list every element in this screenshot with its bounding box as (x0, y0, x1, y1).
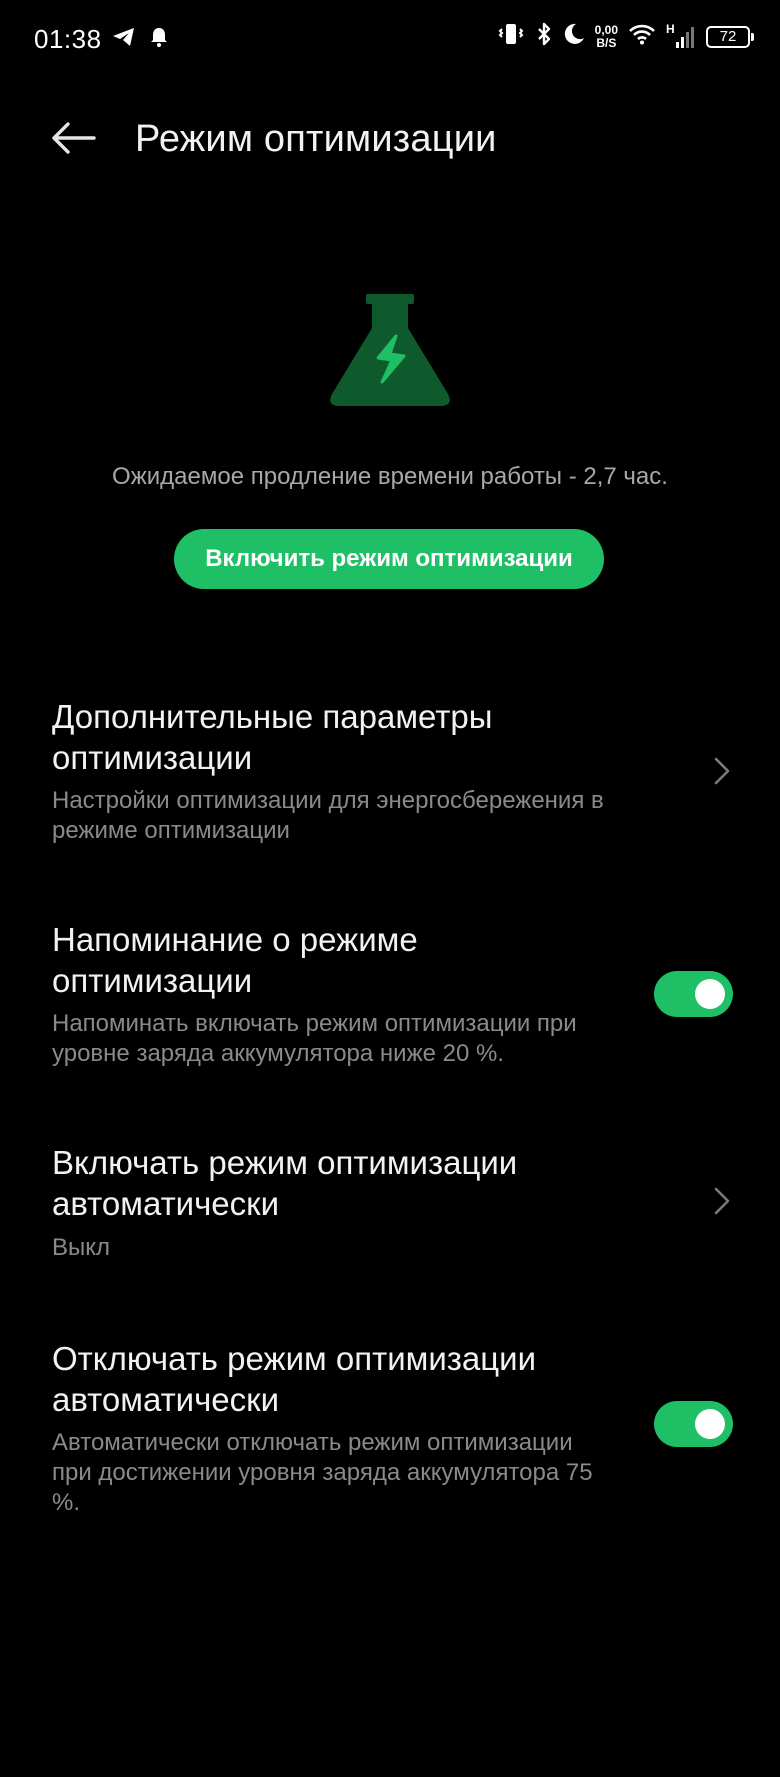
network-speed: 0,00 B/S (594, 22, 618, 50)
setting-subtitle: Выкл (52, 1234, 111, 1261)
setting-auto-disable[interactable]: Отключать режим оптимизации автоматическ… (0, 1334, 780, 1524)
status-right-icons: 0,00 B/S H 72 (497, 22, 754, 51)
moon-icon (563, 23, 585, 50)
setting-advanced-parameters[interactable]: Дополнительные параметры оптимизации Нас… (0, 692, 780, 852)
setting-title: Напоминание о режиме оптимизации (52, 921, 418, 999)
wifi-icon (628, 23, 656, 50)
chevron-right-icon (710, 1184, 734, 1218)
signal-icon: H (666, 22, 696, 50)
setting-title: Дополнительные параметры оптимизации (52, 698, 493, 776)
flask-lightning-icon (322, 294, 458, 408)
chevron-right-icon (710, 754, 734, 788)
toggle-knob (695, 979, 725, 1009)
enable-optimization-button[interactable]: Включить режим оптимизации (174, 529, 604, 589)
setting-title: Отключать режим оптимизации автоматическ… (52, 1340, 537, 1418)
setting-subtitle: Автоматически отключать режим оптимизаци… (52, 1429, 593, 1516)
battery-icon: 72 (706, 25, 754, 48)
battery-extension-estimate: Ожидаемое продление времени работы - 2,7… (112, 463, 668, 490)
setting-title: Включать режим оптимизации автоматически (52, 1144, 518, 1222)
setting-optimization-reminder[interactable]: Напоминание о режиме оптимизации Напомин… (0, 915, 780, 1075)
speed-value: 0,00 (594, 22, 618, 37)
bluetooth-icon (535, 22, 553, 51)
status-left-icons (112, 26, 168, 53)
auto-disable-toggle[interactable] (654, 1401, 733, 1447)
reminder-toggle[interactable] (654, 971, 733, 1017)
status-bar: 01:38 0,00 B/S H 72 (0, 0, 780, 80)
back-button[interactable] (48, 118, 98, 162)
setting-subtitle: Настройки оптимизации для энергосбережен… (52, 787, 604, 844)
vibrate-icon (497, 22, 525, 51)
setting-auto-enable[interactable]: Включать режим оптимизации автоматически… (0, 1138, 780, 1268)
arrow-left-icon (50, 121, 96, 160)
app-header: Режим оптимизации (0, 104, 780, 176)
battery-level: 72 (719, 28, 737, 45)
status-time: 01:38 (34, 24, 102, 54)
bell-icon (150, 27, 168, 52)
telegram-icon (112, 26, 136, 53)
toggle-knob (695, 1409, 725, 1439)
setting-subtitle: Напоминать включать режим оптимизации пр… (52, 1010, 577, 1067)
page-title: Режим оптимизации (135, 118, 497, 160)
speed-unit: B/S (596, 35, 617, 50)
